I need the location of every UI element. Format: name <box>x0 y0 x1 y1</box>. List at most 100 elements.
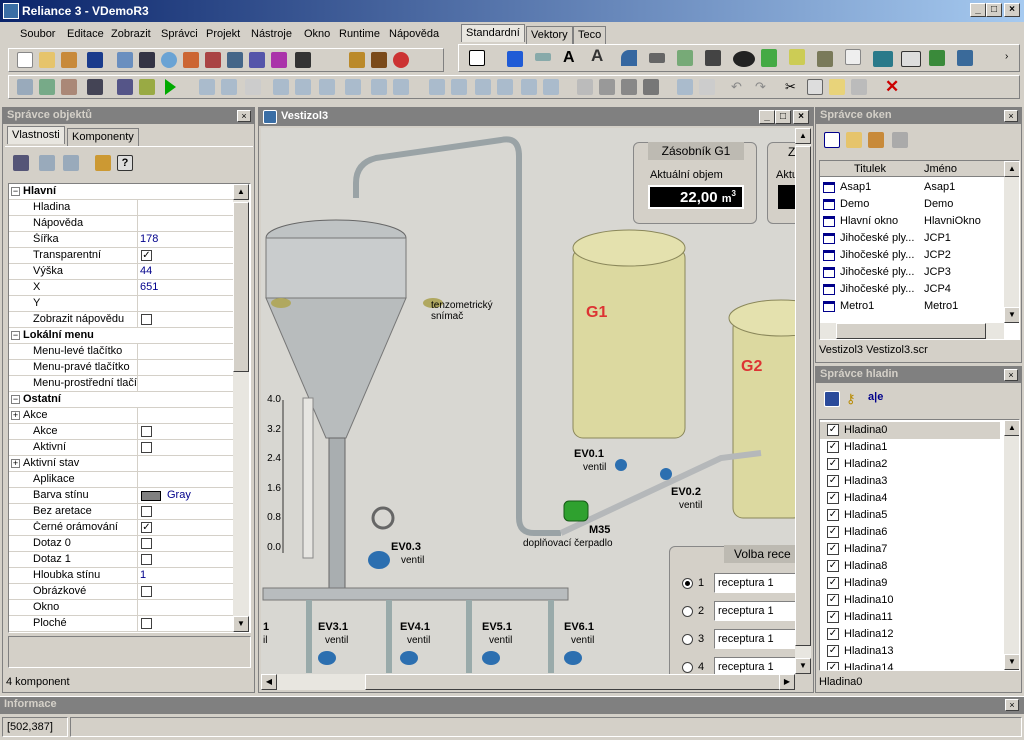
debug-icon[interactable] <box>139 79 155 95</box>
layers-icon[interactable] <box>61 79 77 95</box>
tab-komponenty[interactable]: Komponenty <box>67 128 139 146</box>
frame-icon[interactable] <box>845 49 861 65</box>
layer-row[interactable]: ✓ Hladina12 <box>820 626 1000 643</box>
runtime-icon[interactable] <box>117 79 133 95</box>
property-checkbox[interactable]: ✓ <box>141 250 152 261</box>
layer-row[interactable]: ✓ Hladina6 <box>820 524 1000 541</box>
layer-visible-checkbox[interactable]: ✓ <box>827 543 839 555</box>
device-icon[interactable] <box>161 52 177 68</box>
property-row[interactable]: Bez aretace <box>9 504 237 520</box>
edit-icon[interactable] <box>535 53 551 61</box>
property-row[interactable]: Menu-pravé tlačítko <box>9 360 237 376</box>
layer-list-up-icon[interactable]: ▲ <box>1004 420 1019 436</box>
redo-icon[interactable]: ↷ <box>755 79 766 95</box>
report-icon[interactable] <box>227 52 243 68</box>
window-row[interactable]: Jihočeské ply... JCP4 <box>820 281 1000 298</box>
window-row[interactable]: Demo Demo <box>820 196 1000 213</box>
property-value[interactable]: 651 <box>140 281 158 293</box>
info-close-button[interactable]: × <box>1005 699 1019 711</box>
palette-more-icon[interactable]: › <box>1005 51 1008 62</box>
property-row[interactable]: Nápověda <box>9 216 237 232</box>
recipe-input[interactable]: receptura 1 <box>714 573 795 593</box>
align-top-icon[interactable] <box>273 79 289 95</box>
grid-icon[interactable] <box>139 52 155 68</box>
undo-icon[interactable]: ↶ <box>731 79 742 95</box>
bring-forward-icon[interactable] <box>521 79 537 95</box>
menu-editace[interactable]: Editace <box>67 28 104 40</box>
property-row[interactable]: Obrázkové <box>9 584 237 600</box>
paste-icon[interactable] <box>829 79 845 95</box>
property-row[interactable]: Aplikace <box>9 472 237 488</box>
recipe-input[interactable]: receptura 1 <box>714 601 795 621</box>
led-icon[interactable] <box>817 51 833 67</box>
window-row[interactable]: Hlavní okno HlavniOkno <box>820 213 1000 230</box>
switch-icon[interactable] <box>733 51 755 67</box>
scroll-up-icon[interactable]: ▲ <box>233 184 249 200</box>
link-icon[interactable] <box>393 52 409 68</box>
remove-window-icon[interactable] <box>892 132 908 148</box>
trend-viewer-icon[interactable] <box>789 49 805 65</box>
window-icon[interactable] <box>117 52 133 68</box>
cut-icon[interactable]: ✂ <box>785 79 796 95</box>
expand-icon[interactable]: + <box>11 411 20 420</box>
editor-vscroll-thumb[interactable] <box>795 146 811 646</box>
window-list-up-icon[interactable]: ▲ <box>1004 161 1019 177</box>
property-row[interactable]: Ploché <box>9 616 237 632</box>
close-button[interactable]: × <box>1004 3 1020 17</box>
layer-row[interactable]: ✓ Hladina3 <box>820 473 1000 490</box>
pipe-icon[interactable] <box>621 50 637 66</box>
ungroup-icon[interactable] <box>599 79 615 95</box>
collapse-icon[interactable]: − <box>11 331 20 340</box>
window-manager-close-button[interactable]: × <box>1004 110 1018 122</box>
property-row[interactable]: Aktivní stav + <box>9 456 237 472</box>
module-icon[interactable] <box>371 52 387 68</box>
window-row[interactable]: Jihočeské ply... JCP2 <box>820 247 1000 264</box>
layer-row[interactable]: ✓ Hladina5 <box>820 507 1000 524</box>
print-icon[interactable] <box>249 52 265 68</box>
editor-scroll-right-icon[interactable]: ▶ <box>779 674 795 690</box>
property-row[interactable]: Y <box>9 296 237 312</box>
window-list-hthumb[interactable] <box>836 323 986 339</box>
layer-row[interactable]: ✓ Hladina13 <box>820 643 1000 660</box>
rotated-label-icon[interactable]: A <box>591 47 607 64</box>
recipe-radio[interactable] <box>682 578 693 589</box>
property-row[interactable]: Okno <box>9 600 237 616</box>
same-size-icon[interactable] <box>371 79 387 95</box>
tree-icon[interactable] <box>39 79 55 95</box>
tab-standardni[interactable]: Standardní <box>461 24 525 42</box>
property-checkbox[interactable] <box>141 506 152 517</box>
compile-icon[interactable] <box>349 52 365 68</box>
window-row[interactable]: Metro1 Metro1 <box>820 298 1000 315</box>
storage-g2-panel[interactable]: Z Aktu <box>767 142 795 224</box>
property-row[interactable]: Ostatní − <box>9 392 237 408</box>
editor-scroll-left-icon[interactable]: ◀ <box>261 674 277 690</box>
menu-okno[interactable]: Okno <box>304 28 330 40</box>
property-row[interactable]: Barva stínu Gray <box>9 488 237 504</box>
layer-list-down-icon[interactable]: ▼ <box>1004 654 1019 670</box>
col-titulek[interactable]: Titulek <box>854 163 886 175</box>
layer-row[interactable]: ✓ Hladina7 <box>820 541 1000 558</box>
layer-visibility-icon[interactable] <box>824 391 840 407</box>
property-row[interactable]: Akce + <box>9 408 237 424</box>
align-bottom-icon[interactable] <box>319 79 335 95</box>
grid-view-icon[interactable] <box>873 51 893 67</box>
window-list-down-icon[interactable]: ▼ <box>1004 307 1019 323</box>
align-center-icon[interactable] <box>221 79 237 95</box>
terminal-icon[interactable] <box>295 52 311 68</box>
layer-visible-checkbox[interactable]: ✓ <box>827 594 839 606</box>
layer-manager-close-button[interactable]: × <box>1004 369 1018 381</box>
zoom-icon[interactable] <box>17 79 33 95</box>
delete-icon[interactable]: ✕ <box>885 77 899 97</box>
display-icon[interactable] <box>507 51 523 67</box>
editor-maximize-button[interactable]: □ <box>775 110 791 124</box>
property-row[interactable]: Hloubka stínu 1 <box>9 568 237 584</box>
editor-scroll-up-icon[interactable]: ▲ <box>795 128 811 144</box>
new-window-icon[interactable] <box>824 132 840 148</box>
order-back-icon[interactable] <box>497 79 513 95</box>
layer-visible-checkbox[interactable]: ✓ <box>827 628 839 640</box>
collapse-icon[interactable]: − <box>11 395 20 404</box>
layer-visible-checkbox[interactable]: ✓ <box>827 526 839 538</box>
editor-minimize-button[interactable]: _ <box>759 110 775 124</box>
center-icon[interactable] <box>393 79 409 95</box>
storage-g1-panel[interactable]: Zásobník G1 Aktuální objem 22,00 m3 <box>633 142 757 224</box>
